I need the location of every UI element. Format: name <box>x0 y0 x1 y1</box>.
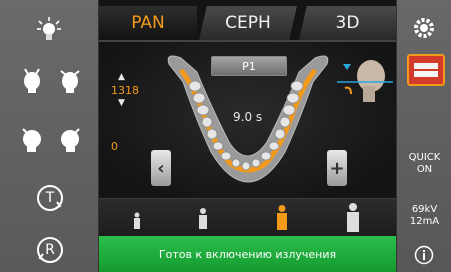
left-control-bar: T R <box>0 0 99 272</box>
exposure-settings[interactable]: 69kV 12mA <box>397 204 451 228</box>
light-bulb-icon[interactable] <box>34 14 64 44</box>
patient-child-icon[interactable] <box>129 209 145 233</box>
teeth-preview-icon[interactable] <box>407 54 445 86</box>
head-rotate-right-icon[interactable] <box>56 124 84 154</box>
height-up-indicator: ▲ <box>118 72 125 82</box>
tab-3d[interactable]: 3D <box>299 6 396 40</box>
t-cycle-label: T <box>45 190 55 206</box>
r-reset-button[interactable]: R <box>34 234 66 266</box>
ma-value: 12mA <box>409 216 440 227</box>
status-bar: Готов к включению излучения <box>99 236 396 272</box>
head-tilt-up-icon[interactable] <box>18 64 46 94</box>
gear-icon[interactable] <box>410 14 438 42</box>
t-cycle-button[interactable]: T <box>34 182 66 214</box>
xray-control-screen: T R PAN CEPH 3D ▲ 1318 ▼ 0 P1 9.0 s ‹ + … <box>0 0 451 272</box>
r-reset-label: R <box>45 242 55 258</box>
patient-large-icon[interactable] <box>343 201 363 235</box>
arch-right-label: + <box>329 157 345 179</box>
exposure-time: 9.0 s <box>233 110 263 124</box>
patient-medium-icon[interactable] <box>273 203 291 233</box>
height-value: 1318 <box>111 84 139 97</box>
positioning-stage: ▲ 1318 ▼ 0 P1 9.0 s ‹ + <box>99 42 396 198</box>
arch-left-label: ‹ <box>157 157 165 179</box>
offset-value: 0 <box>111 140 118 153</box>
quick-on-button[interactable]: QUICK ON <box>397 152 451 176</box>
quick-state: ON <box>416 164 433 175</box>
kv-value: 69kV <box>411 204 438 215</box>
tab-pan[interactable]: PAN <box>99 6 197 40</box>
info-icon[interactable] <box>413 244 435 266</box>
main-panel: PAN CEPH 3D ▲ 1318 ▼ 0 P1 9.0 s ‹ + Гото… <box>99 0 396 272</box>
patient-small-icon[interactable] <box>195 205 211 233</box>
quick-label: QUICK <box>408 152 441 163</box>
right-control-bar: QUICK ON 69kV 12mA <box>396 0 451 272</box>
tab-ceph[interactable]: CEPH <box>199 6 297 40</box>
program-select-button[interactable]: P1 <box>211 56 287 76</box>
head-rotate-left-icon[interactable] <box>18 124 46 154</box>
patient-size-selector <box>99 198 396 237</box>
arch-left-button[interactable]: ‹ <box>151 150 171 186</box>
head-tilt-forward-icon[interactable] <box>56 64 84 94</box>
height-down-indicator: ▼ <box>118 98 125 108</box>
arch-right-button[interactable]: + <box>327 150 347 186</box>
